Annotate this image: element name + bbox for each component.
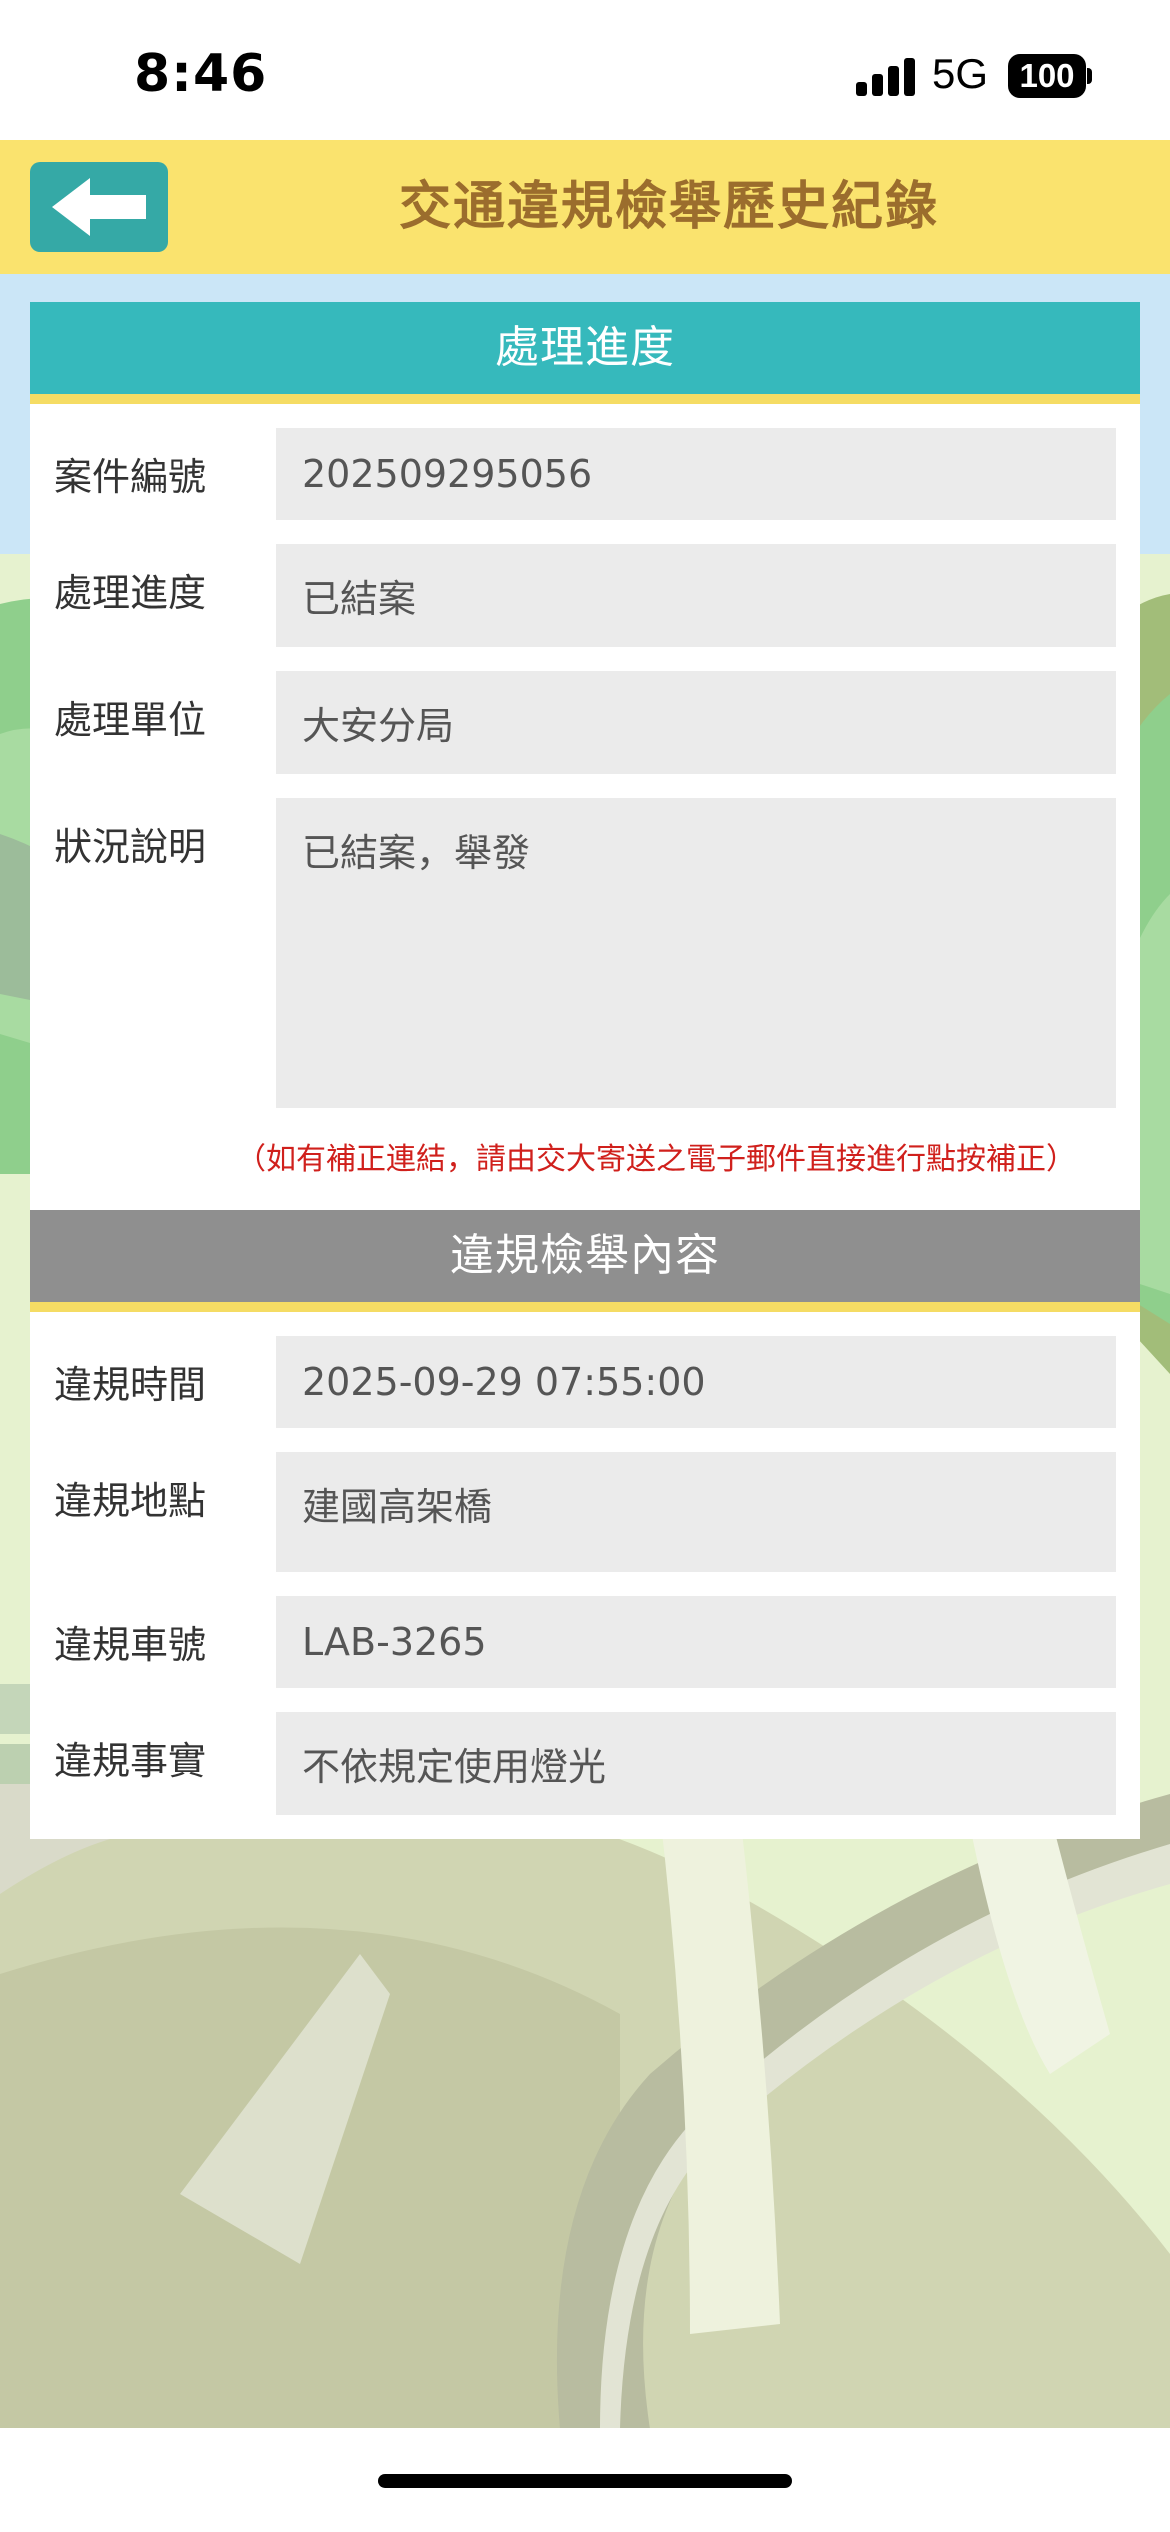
home-area [0,2428,1170,2532]
battery-nub [1087,68,1092,84]
violation-fact-value: 不依規定使用燈光 [276,1712,1116,1815]
progress-status-row: 處理進度 已結案 [54,544,1116,647]
status-description-label: 狀況說明 [54,825,207,869]
plate-number-row: 違規車號 LAB-3265 [54,1596,1116,1688]
battery-icon: 100 [1008,54,1086,98]
plate-number-value: LAB-3265 [276,1596,1116,1688]
violation-fact-row: 違規事實 不依規定使用燈光 [54,1712,1116,1815]
status-time: 8:46 [134,44,268,104]
violation-location-row: 違規地點 建國高架橋 [54,1452,1116,1572]
back-button[interactable] [30,162,168,252]
progress-status-value: 已結案 [276,544,1116,647]
report-section-body: 違規時間 2025-09-29 07:55:00 違規地點 建國高架橋 違規車號… [30,1312,1140,1815]
case-number-label: 案件編號 [54,455,207,499]
record-card: 處理進度 案件編號 202509295056 處理進度 已結案 處理單位 大安分… [30,302,1140,1839]
handling-unit-row: 處理單位 大安分局 [54,671,1116,774]
plate-number-label: 違規車號 [54,1623,207,1667]
violation-fact-label: 違規事實 [54,1739,207,1783]
violation-location-value: 建國高架橋 [276,1452,1116,1572]
status-description-row: 狀況說明 已結案，舉發 [54,798,1116,1108]
handling-unit-label: 處理單位 [54,698,207,742]
network-type: 5G [932,50,989,97]
status-description-value: 已結案，舉發 [276,798,1116,1108]
violation-time-value: 2025-09-29 07:55:00 [276,1336,1116,1428]
page-title: 交通違規檢舉歷史紀錄 [398,177,939,237]
progress-status-label: 處理進度 [54,571,207,615]
progress-section-header: 處理進度 [30,302,1140,404]
violation-time-label: 違規時間 [54,1363,207,1407]
case-number-value: 202509295056 [276,428,1116,520]
correction-notice: （如有補正連結，請由交大寄送之電子郵件直接進行點按補正） [236,1142,1076,1177]
report-section-header: 違規檢舉內容 [30,1210,1140,1312]
handling-unit-value: 大安分局 [276,671,1116,774]
status-bar: 8:46 5G 100 [0,0,1170,140]
arrow-left-icon [52,178,146,236]
cellular-signal-icon [856,56,916,96]
case-number-row: 案件編號 202509295056 [54,428,1116,520]
violation-time-row: 違規時間 2025-09-29 07:55:00 [54,1336,1116,1428]
home-indicator[interactable] [378,2474,792,2488]
app-header: 交通違規檢舉歷史紀錄 [0,140,1170,274]
violation-location-label: 違規地點 [54,1479,207,1523]
progress-section-body: 案件編號 202509295056 處理進度 已結案 處理單位 大安分局 狀況說… [30,404,1140,1210]
